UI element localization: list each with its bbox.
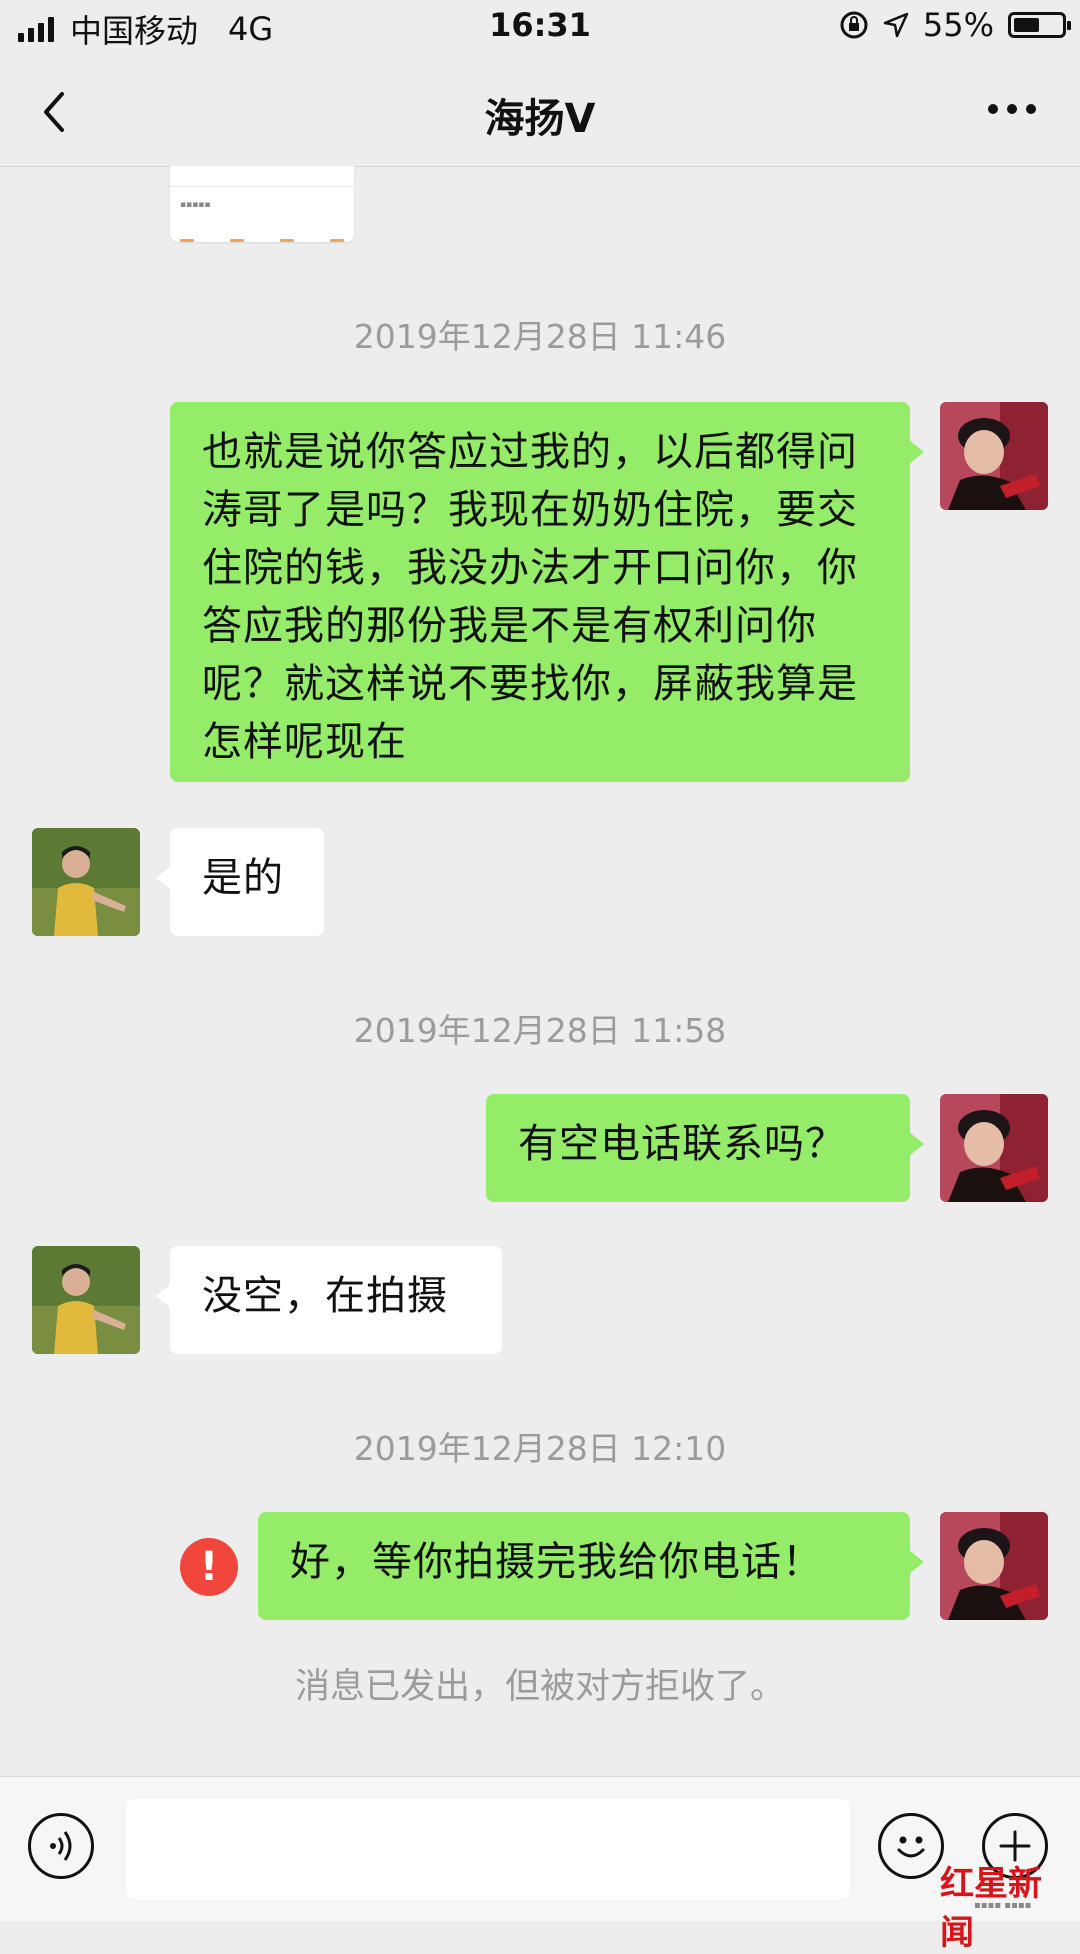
contact-avatar[interactable] [32,1246,140,1354]
battery-label: 55% [922,6,994,44]
rejected-notice: 消息已发出，但被对方拒收了。 [294,1667,785,1707]
my-avatar[interactable] [940,1512,1048,1620]
incoming-message[interactable]: 是的 [156,828,324,936]
card-caption-graphic: ▪▪▪▪▪ [180,200,211,210]
voice-icon[interactable] [28,1813,94,1879]
more-dots-icon[interactable] [988,104,1036,114]
send-failed-icon[interactable]: ! [180,1538,238,1596]
news-watermark-logo: 红星新闻 ▪▪▪▪ ▪▪▪▪ [940,1856,1070,1953]
timestamp: 2019年12月28日 11:46 [353,317,727,356]
incoming-message[interactable]: 没空，在拍摄 [156,1246,502,1354]
chat-title: 海扬V [484,96,596,142]
location-icon [883,12,909,38]
my-avatar[interactable] [940,1094,1048,1202]
status-right: 55% [839,6,1071,44]
input-bar [0,1776,1080,1921]
battery-fill [1014,18,1040,32]
emoji-icon[interactable] [878,1813,944,1879]
contact-avatar[interactable] [32,828,140,936]
outgoing-message-failed[interactable]: 好，等你拍摄完我给你电话！ [258,1512,924,1620]
rotation-lock-icon [840,11,868,39]
timestamp: 2019年12月28日 12:10 [353,1429,727,1468]
status-bar: 中国移动 4G 16:31 55% [0,0,1080,54]
shared-card-thumbnail[interactable]: ▪▪▪▪▪ [170,166,354,242]
message-input[interactable] [126,1799,850,1899]
outgoing-message[interactable]: 有空电话联系吗？ [486,1094,924,1202]
chat-header: 海扬V [0,54,1080,167]
battery-icon [1008,12,1071,38]
timestamp: 2019年12月28日 11:58 [353,1011,727,1050]
watermark-subline: ▪▪▪▪ ▪▪▪▪ [974,1900,1032,1911]
my-avatar[interactable] [940,402,1048,510]
outgoing-message[interactable]: 也就是说你答应过我的，以后都得问涛哥了是吗？我现在奶奶住院，要交住院的钱，我没办… [170,402,924,782]
